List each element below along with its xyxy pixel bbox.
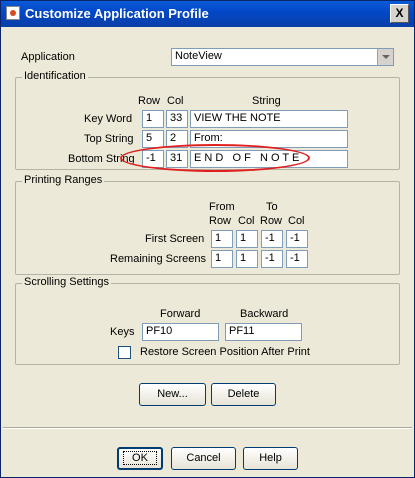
key-word-string-field[interactable]: VIEW THE NOTE: [190, 110, 348, 128]
printing-ranges-title: Printing Ranges: [22, 174, 105, 186]
chevron-down-icon[interactable]: [377, 49, 393, 65]
java-app-icon: [6, 6, 20, 20]
application-select[interactable]: NoteView: [171, 48, 394, 66]
backward-key-field[interactable]: PF11: [225, 323, 302, 341]
first-screen-to-col-field[interactable]: -1: [286, 230, 308, 248]
cancel-button[interactable]: Cancel: [171, 447, 236, 470]
first-screen-from-col-field[interactable]: 1: [236, 230, 258, 248]
key-word-row-field[interactable]: 1: [142, 110, 164, 128]
ok-button-label: OK: [123, 451, 157, 465]
identification-title: Identification: [22, 70, 88, 82]
print-header-from-col: Col: [238, 215, 255, 227]
ok-button[interactable]: OK: [117, 447, 163, 470]
key-word-col-field[interactable]: 33: [166, 110, 188, 128]
scrolling-settings-title: Scrolling Settings: [22, 276, 111, 288]
identification-group: Identification Row Col String Key Word 1…: [15, 70, 400, 172]
forward-key-field[interactable]: PF10: [142, 323, 219, 341]
red-highlight-ellipse: [120, 144, 310, 172]
backward-header: Backward: [240, 308, 289, 320]
print-header-from-row: Row: [209, 215, 232, 227]
key-word-label: Key Word: [84, 113, 133, 125]
first-screen-to-row-field[interactable]: -1: [261, 230, 283, 248]
remaining-screens-label: Remaining Screens: [110, 253, 206, 265]
remaining-screens-from-col-field[interactable]: 1: [236, 250, 258, 268]
dialog-window: Customize Application Profile X Applicat…: [0, 0, 415, 478]
dialog-content: Application NoteView Identification Row …: [3, 27, 412, 475]
print-header-to-col: Col: [288, 215, 305, 227]
top-string-label: Top String: [84, 133, 134, 145]
new-button[interactable]: New...: [139, 383, 206, 406]
id-header-col: Col: [167, 95, 184, 107]
print-header-from: From: [209, 201, 235, 213]
help-button[interactable]: Help: [243, 447, 298, 470]
forward-header: Forward: [160, 308, 201, 320]
remaining-screens-to-row-field[interactable]: -1: [261, 250, 283, 268]
keys-label: Keys: [110, 326, 135, 338]
footer-separator: [3, 427, 412, 429]
title-bar[interactable]: Customize Application Profile X: [1, 1, 414, 27]
scrolling-settings-group: Scrolling Settings Forward Backward Keys…: [15, 276, 400, 365]
top-string-row-field[interactable]: 5: [142, 130, 164, 148]
first-screen-from-row-field[interactable]: 1: [211, 230, 233, 248]
print-header-to: To: [266, 201, 278, 213]
printing-ranges-group: Printing Ranges From To Row Col Row Col …: [15, 174, 400, 275]
application-select-value: NoteView: [175, 50, 222, 62]
remaining-screens-from-row-field[interactable]: 1: [211, 250, 233, 268]
remaining-screens-to-col-field[interactable]: -1: [286, 250, 308, 268]
id-header-row: Row: [138, 95, 161, 107]
application-label: Application: [21, 51, 75, 63]
restore-position-checkbox[interactable]: [118, 346, 131, 359]
delete-button[interactable]: Delete: [211, 383, 276, 406]
restore-position-label: Restore Screen Position After Print: [140, 346, 310, 358]
window-title: Customize Application Profile: [25, 6, 209, 21]
close-button[interactable]: X: [390, 4, 409, 23]
print-header-to-row: Row: [260, 215, 283, 227]
first-screen-label: First Screen: [145, 233, 205, 245]
id-header-string: String: [252, 95, 281, 107]
